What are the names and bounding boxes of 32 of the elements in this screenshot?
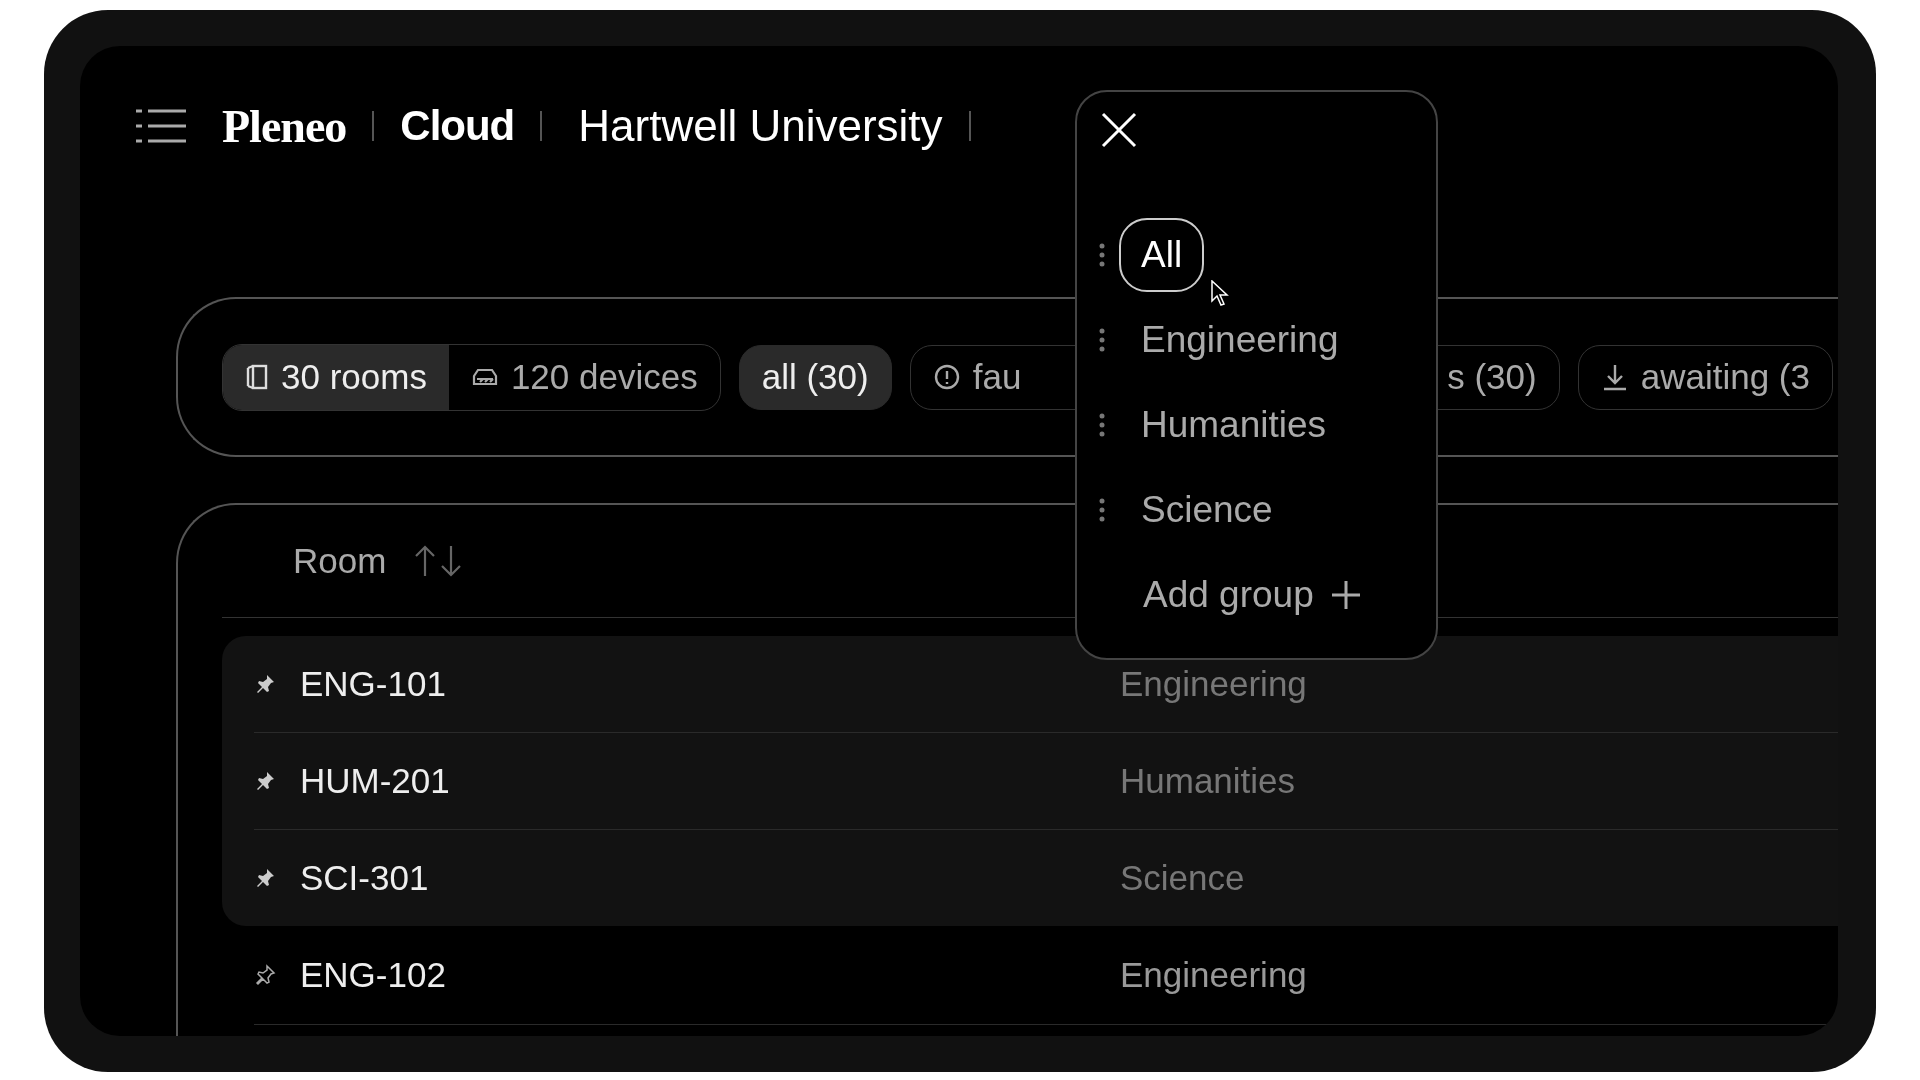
menu-icon: [136, 107, 186, 145]
room-cell-text: ENG-102: [300, 955, 447, 995]
group-cell: Science: [1120, 858, 1245, 898]
drag-handle-icon[interactable]: [1099, 497, 1105, 522]
menu-button[interactable]: [136, 107, 186, 145]
room-cell-text: ENG-101: [300, 664, 447, 704]
drag-handle-icon[interactable]: [1099, 327, 1105, 352]
plus-icon: [1329, 578, 1362, 611]
drag-handle-icon[interactable]: [1099, 242, 1105, 267]
group-option[interactable]: Science: [1119, 472, 1295, 547]
door-icon: [245, 363, 269, 391]
alert-icon: [932, 363, 961, 391]
summary-tab[interactable]: 120 devices: [448, 344, 720, 410]
filter-chip[interactable]: all (30): [738, 344, 892, 410]
summary-tab[interactable]: 30 rooms: [223, 344, 449, 410]
room-cell-text: HUM-201: [300, 761, 451, 801]
group-option[interactable]: All: [1119, 217, 1205, 292]
column-header: Room: [293, 541, 387, 581]
group-cell: Engineering: [1120, 955, 1307, 995]
group-cell: Humanities: [1120, 761, 1296, 801]
room-cell-text: SCI-301: [300, 858, 430, 898]
add-group-button[interactable]: Add group: [1123, 552, 1436, 637]
group-cell: Engineering: [1120, 664, 1307, 704]
cursor-icon: [1211, 280, 1229, 306]
organization-name: Hartwell University: [578, 101, 943, 151]
pin-button[interactable]: [254, 964, 276, 986]
device-icon: [470, 367, 499, 387]
drag-handle-icon[interactable]: [1099, 412, 1105, 437]
product-name: Cloud: [400, 102, 515, 150]
close-icon: [1099, 110, 1139, 150]
brand-logo: Pleneo: [222, 99, 347, 153]
filter-chip[interactable]: awaiting (3: [1577, 344, 1833, 410]
